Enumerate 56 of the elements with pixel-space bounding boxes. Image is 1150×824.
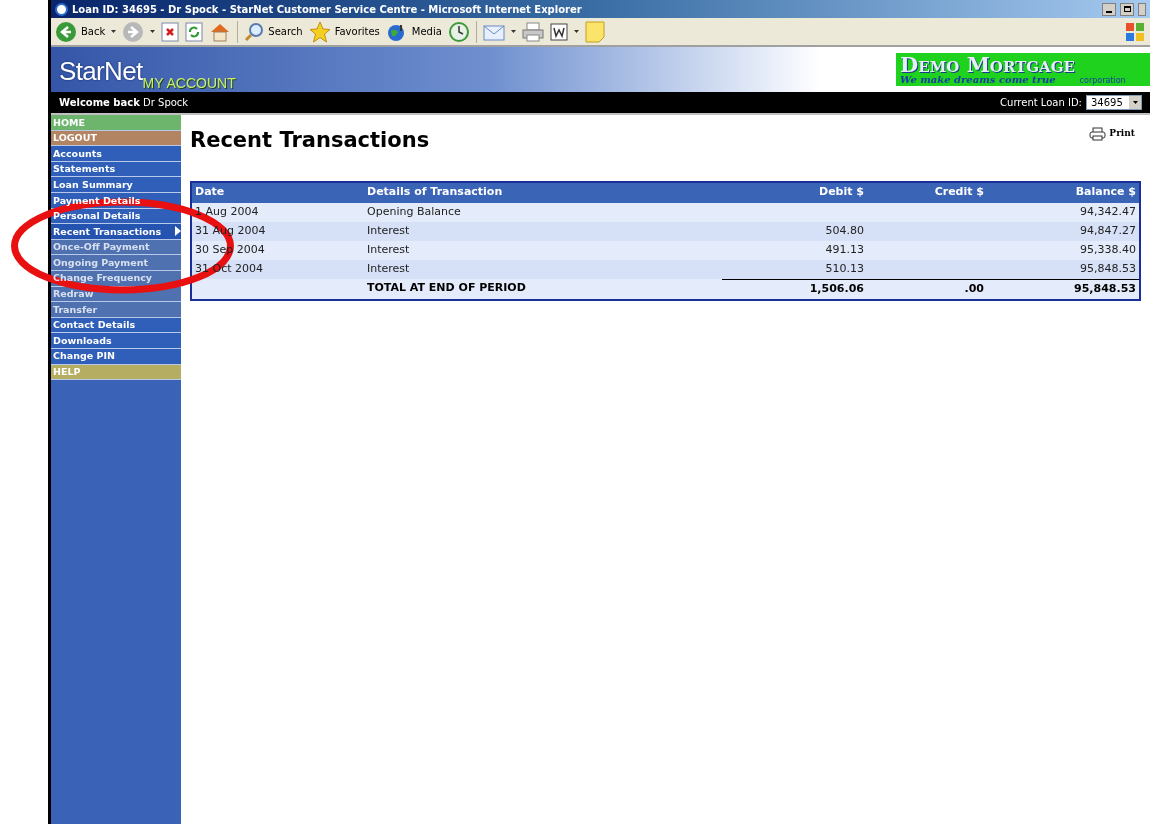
document-icon[interactable]: [549, 22, 568, 41]
loan-id-select[interactable]: 34695: [1086, 95, 1142, 110]
arrow-icon: [175, 226, 181, 237]
search-icon[interactable]: [244, 21, 265, 42]
caret-icon[interactable]: [510, 30, 516, 33]
page-heading: Recent Transactions: [190, 127, 430, 154]
table-cell-text: 1 Aug 2004: [194, 203, 260, 220]
table-cell-text: 95,338.40: [1079, 241, 1137, 258]
table-cell-text: Interest: [366, 222, 411, 239]
caret-icon[interactable]: [111, 30, 117, 33]
toolbar-button[interactable]: Media: [385, 21, 442, 42]
print-link[interactable]: Print: [1089, 127, 1135, 141]
column-header: Balance $: [1074, 184, 1137, 201]
printer-icon: [1089, 127, 1107, 141]
caret-icon[interactable]: [573, 30, 579, 33]
site-logo: StarNet: [59, 58, 143, 84]
column-header: Debit $: [818, 184, 865, 201]
stop-icon[interactable]: [161, 21, 180, 42]
column-header: Date: [194, 184, 226, 201]
refresh-icon[interactable]: [185, 21, 204, 42]
table-cell-text: 504.80: [824, 222, 865, 239]
loan-id-label: Current Loan ID:: [1000, 96, 1082, 110]
table-cell-text: Interest: [366, 241, 411, 258]
table-cell-text: 94,342.47: [1079, 203, 1137, 220]
sidebar-item[interactable]: Recent Transactions: [51, 224, 181, 240]
printer-icon[interactable]: [521, 21, 544, 42]
maximize-button[interactable]: [1120, 2, 1134, 16]
welcome-text: Welcome back Dr Spock: [59, 96, 189, 110]
sidebar-item[interactable]: Loan Summary: [51, 177, 181, 193]
table-cell-text: Opening Balance: [366, 203, 462, 220]
toolbar-button[interactable]: Back: [55, 20, 106, 43]
toolbar-button[interactable]: Favorites: [308, 20, 380, 43]
table-cell-text: 94,847.27: [1079, 222, 1137, 239]
total-credit: .00: [867, 278, 987, 299]
column-header: Credit $: [933, 184, 985, 201]
sidebar-item[interactable]: Accounts: [51, 146, 181, 162]
site-subtitle: MY ACCOUNT: [142, 76, 236, 90]
sidebar-item[interactable]: Downloads: [51, 333, 181, 349]
toolbar-button[interactable]: Search: [244, 21, 303, 42]
total-balance: 95,848.53: [987, 278, 1139, 299]
caret-icon[interactable]: [150, 30, 156, 33]
table-cell-text: 95,848.53: [1079, 260, 1137, 277]
table-cell-text: Interest: [366, 260, 411, 277]
browser-icon: [55, 2, 68, 16]
sponsor-logo: Demo Mortgage We make dreams come true corporation: [896, 53, 1150, 86]
table-cell-text: 510.13: [824, 260, 865, 277]
minimize-button[interactable]: [1102, 2, 1116, 16]
column-header: Details of Transaction: [366, 184, 504, 201]
star-icon[interactable]: [308, 20, 331, 43]
total-label: TOTAL AT END OF PERIOD: [366, 280, 527, 297]
total-debit: 1,506.06: [722, 278, 867, 299]
window-title: Loan ID: 34695 - Dr Spock - StarNet Customer Service Centre - Microsoft Internet Explorer: [72, 2, 582, 17]
windows-logo-icon: [1124, 20, 1146, 43]
table-cell-text: 491.13: [824, 241, 865, 258]
dropdown-caret-icon[interactable]: [1132, 101, 1138, 104]
clock-icon[interactable]: [447, 20, 470, 43]
